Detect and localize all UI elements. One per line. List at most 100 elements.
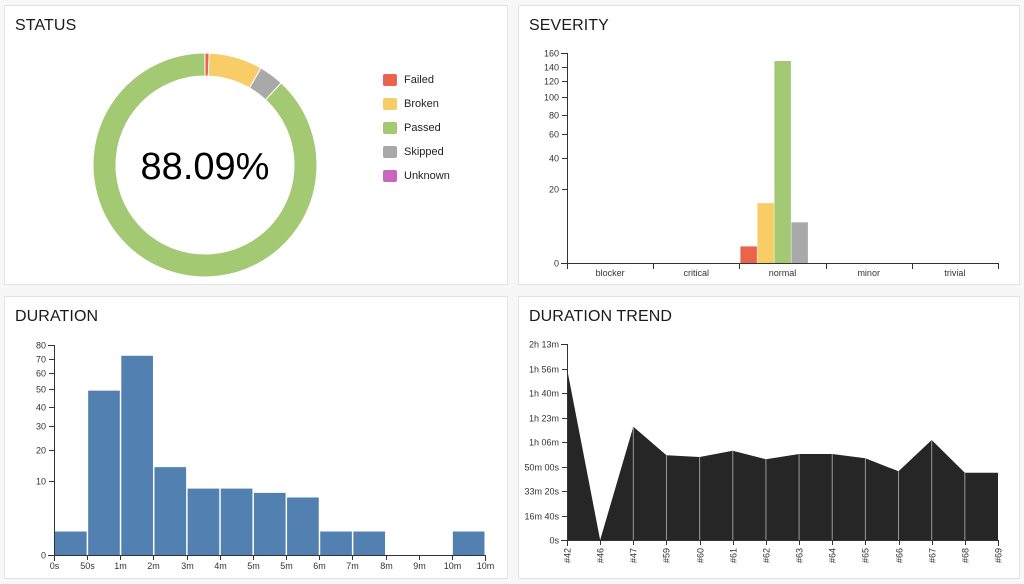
x-tick-label: #62 — [762, 548, 772, 563]
y-tick-label: 33m 20s — [524, 487, 559, 497]
x-tick-label: #59 — [662, 548, 672, 563]
trend-y-axis: 0s 16m 40s 33m 20s 50m 00s 1h 06m 1h 23m 1h 40… — [524, 340, 568, 546]
y-tick-label: 60 — [549, 130, 559, 140]
y-tick-label: 2h 13m — [529, 340, 559, 350]
y-tick-label: 80 — [36, 341, 46, 351]
bar-normal-skipped — [791, 222, 808, 263]
duration-trend-chart: 0s 16m 40s 33m 20s 50m 00s 1h 06m 1h 23m 1h 40… — [524, 340, 1004, 564]
x-tick-label: #60 — [696, 548, 706, 563]
y-tick-label: 50m 00s — [524, 463, 559, 473]
bar-normal-broken — [757, 203, 774, 263]
bar-normal-passed — [774, 61, 791, 263]
y-tick-label: 40 — [36, 403, 46, 413]
x-tick-label: 4m — [214, 561, 227, 571]
trend-x-axis: #42 #46 #47 #59 #60 #61 #62 #63 #64 #65 #66 #67 #68 #… — [563, 540, 1004, 563]
x-tick-label: 10m — [444, 561, 462, 571]
x-tick-label: 3m — [181, 561, 194, 571]
y-tick-label: 20 — [36, 446, 46, 456]
y-tick-label: 0 — [41, 551, 46, 561]
legend-item-failed[interactable]: Failed — [383, 68, 450, 92]
x-tick-label: 0s — [50, 561, 60, 571]
legend-swatch-unknown — [383, 170, 397, 182]
y-tick-label: 100 — [544, 93, 559, 103]
duration-panel: DURATION 0 10 20 30 40 50 60 70 80 0s 50s 1m 2m 3m 4m 5… — [4, 296, 508, 579]
y-tick-label: 160 — [544, 49, 559, 59]
legend-item-broken[interactable]: Broken — [383, 92, 450, 116]
y-tick-label: 1h 23m — [529, 414, 559, 424]
legend-item-unknown[interactable]: Unknown — [383, 164, 450, 188]
y-tick-label: 16m 40s — [524, 512, 559, 522]
status-panel: STATUS 88.09% Failed Broken Passed Skipped U… — [4, 5, 508, 285]
histogram-bar — [452, 531, 485, 555]
y-tick-label: 1h 40m — [529, 389, 559, 399]
histogram-bar — [55, 531, 87, 555]
y-tick-label: 20 — [549, 185, 559, 195]
y-tick-label: 80 — [549, 111, 559, 121]
severity-panel: SEVERITY 0 20 40 60 80 100 120 140 160 blocker cri… — [518, 5, 1020, 285]
x-tick-label: trivial — [944, 268, 965, 278]
y-tick-label: 1h 56m — [529, 365, 559, 375]
y-tick-label: 0s — [549, 536, 559, 546]
x-tick-label: #63 — [795, 548, 805, 563]
legend-label: Passed — [404, 122, 441, 134]
y-tick-label: 70 — [36, 355, 46, 365]
histogram-bar — [353, 531, 386, 555]
duration-trend-panel: DURATION TREND 0s 16m 40s 33m 20s 50m 00s 1h… — [518, 296, 1020, 579]
x-axis-line — [567, 540, 999, 546]
x-tick-label: #64 — [828, 548, 838, 563]
histogram-bar — [320, 531, 352, 555]
y-tick-label: 120 — [544, 77, 559, 87]
x-tick-label: 9m — [413, 561, 426, 571]
bar-normal-failed — [740, 246, 757, 263]
legend-swatch-skipped — [383, 146, 397, 158]
x-tick-label: #65 — [861, 548, 871, 563]
status-legend: Failed Broken Passed Skipped Unknown — [383, 68, 450, 188]
x-tick-label: 5m — [247, 561, 260, 571]
x-tick-label: critical — [684, 268, 710, 278]
duration-histogram: 0 10 20 30 40 50 60 70 80 0s 50s 1m 2m 3m 4m 5m 5m 6m 7m 8m… — [36, 341, 495, 572]
x-tick-label: 5m — [280, 561, 293, 571]
y-tick-label: 10 — [36, 477, 46, 487]
x-tick-label: 8m — [380, 561, 393, 571]
histogram-bar — [88, 390, 120, 555]
legend-item-skipped[interactable]: Skipped — [383, 140, 450, 164]
legend-swatch-failed — [383, 74, 397, 86]
y-tick-label: 30 — [36, 422, 46, 432]
x-tick-label: 7m — [346, 561, 359, 571]
duration-y-axis: 0 10 20 30 40 50 60 70 80 — [36, 341, 55, 561]
x-tick-label: 10m — [477, 561, 495, 571]
legend-label: Broken — [404, 98, 439, 110]
histogram-bar — [121, 355, 153, 555]
x-tick-label: #42 — [563, 548, 573, 563]
legend-label: Skipped — [404, 146, 444, 158]
histogram-bar — [287, 497, 319, 555]
x-tick-label: #46 — [596, 548, 606, 563]
x-tick-label: #68 — [961, 548, 971, 563]
x-tick-label: #61 — [729, 548, 739, 563]
histogram-bar — [154, 467, 187, 555]
x-tick-label: 50s — [80, 561, 95, 571]
y-tick-label: 60 — [36, 369, 46, 379]
histogram-bar — [253, 492, 286, 555]
histogram-bar — [220, 488, 253, 555]
y-tick-label: 50 — [36, 385, 46, 395]
x-tick-label: #47 — [629, 548, 639, 563]
legend-item-passed[interactable]: Passed — [383, 116, 450, 140]
severity-bar-chart: 0 20 40 60 80 100 120 140 160 blocker critical norm… — [544, 49, 999, 278]
y-tick-label: 40 — [549, 154, 559, 164]
legend-label: Unknown — [404, 170, 450, 182]
x-tick-label: #67 — [928, 548, 938, 563]
trend-area — [567, 368, 998, 540]
x-tick-label: minor — [857, 268, 880, 278]
histogram-bar — [187, 488, 220, 555]
x-tick-label: 2m — [147, 561, 160, 571]
legend-label: Failed — [404, 74, 434, 86]
y-tick-label: 140 — [544, 63, 559, 73]
pass-rate-label: 88.09% — [141, 146, 270, 188]
x-tick-label: blocker — [596, 268, 625, 278]
x-tick-label: #66 — [895, 548, 905, 563]
y-tick-label: 0 — [554, 259, 559, 269]
x-tick-label: #69 — [994, 548, 1004, 563]
y-tick-label: 1h 06m — [529, 438, 559, 448]
legend-swatch-passed — [383, 122, 397, 134]
